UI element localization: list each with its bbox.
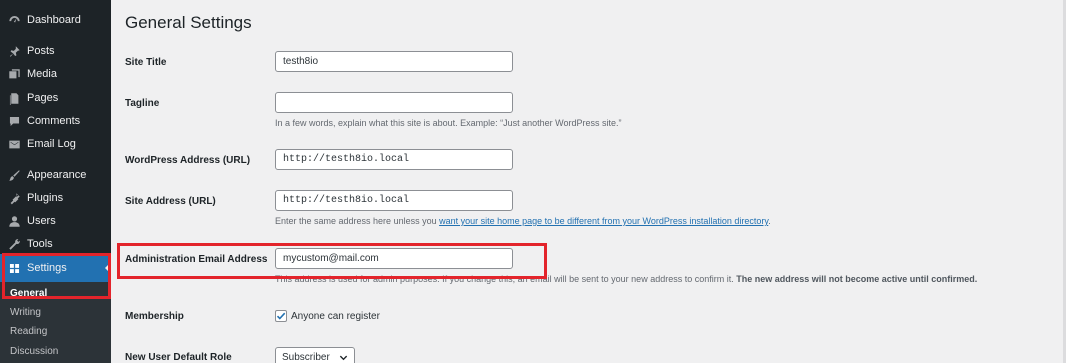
dashboard-icon [7,13,21,27]
sidebar-item-label: Plugins [27,192,64,204]
wrench-icon [7,237,21,251]
sidebar-item-label: Users [27,215,56,227]
pages-icon [7,91,21,105]
sidebar-item-plugins[interactable]: Plugins [0,187,111,209]
sidebar-item-email-log[interactable]: Email Log [0,133,111,155]
admin-email-desc-strong: The new address will not become active u… [736,274,978,284]
chevron-down-icon [339,355,348,361]
sidebar-item-pages[interactable]: Pages [0,87,111,109]
submenu-item-reading[interactable]: Reading [10,326,47,337]
sidebar-item-settings[interactable]: Settings [0,254,111,282]
admin-sidebar: Dashboard Posts Media Pages Comments Ema… [0,0,111,363]
site-address-input[interactable]: http://testh8io.local [275,190,513,211]
sidebar-item-label: Media [27,68,57,80]
admin-email-label: Administration Email Address [125,254,268,265]
default-role-label: New User Default Role [125,352,232,363]
membership-label: Membership [125,311,184,322]
site-address-description: Enter the same address here unless you w… [275,216,771,226]
email-icon [7,137,21,151]
admin-email-input[interactable]: mycustom@mail.com [275,248,513,269]
sidebar-item-label: Pages [27,92,59,104]
submenu-item-writing[interactable]: Writing [10,307,41,318]
sidebar-item-dashboard[interactable]: Dashboard [0,9,111,31]
default-role-select[interactable]: Subscriber [275,347,355,363]
sidebar-item-label: Appearance [27,169,87,181]
brush-icon [7,168,21,182]
sidebar-item-label: Comments [27,115,81,127]
site-title-label: Site Title [125,57,167,68]
anyone-can-register-checkbox[interactable] [275,310,287,322]
site-address-label: Site Address (URL) [125,196,216,207]
sidebar-item-label: Tools [27,238,53,250]
sidebar-item-comments[interactable]: Comments [0,110,111,132]
submenu-item-discussion[interactable]: Discussion [10,346,58,357]
anyone-can-register-label[interactable]: Anyone can register [291,311,380,322]
sidebar-item-label: Email Log [27,138,76,150]
sidebar-item-tools[interactable]: Tools [0,233,111,255]
plugin-icon [7,191,21,205]
submenu-item-general[interactable]: General [10,288,47,299]
site-title-input[interactable]: testh8io [275,51,513,72]
settings-icon [7,261,21,275]
users-icon [7,214,21,228]
site-address-desc-suffix: . [768,216,771,226]
default-role-value: Subscriber [282,352,330,363]
media-icon [7,67,21,81]
wordpress-address-input[interactable]: http://testh8io.local [275,149,513,170]
tagline-label: Tagline [125,98,160,109]
comment-icon [7,114,21,128]
admin-email-desc-text: This address is used for admin purposes.… [275,274,737,284]
sidebar-item-label: Dashboard [27,14,81,26]
site-address-desc-text: Enter the same address here unless you [275,216,440,226]
tagline-description: In a few words, explain what this site i… [275,118,622,128]
sidebar-item-label: Settings [27,262,67,274]
settings-content: General Settings Site Title testh8io Tag… [111,0,1066,363]
pin-icon [7,44,21,58]
wordpress-address-label: WordPress Address (URL) [125,155,251,166]
sidebar-item-users[interactable]: Users [0,210,111,232]
tagline-input[interactable] [275,92,513,113]
sidebar-item-posts[interactable]: Posts [0,40,111,62]
admin-email-description: This address is used for admin purposes.… [275,274,977,284]
site-address-help-link[interactable]: want your site home page to be different… [439,216,768,226]
sidebar-item-label: Posts [27,45,55,57]
sidebar-item-media[interactable]: Media [0,63,111,85]
page-title: General Settings [125,13,252,32]
checkmark-icon [276,312,286,320]
sidebar-item-appearance[interactable]: Appearance [0,164,111,186]
